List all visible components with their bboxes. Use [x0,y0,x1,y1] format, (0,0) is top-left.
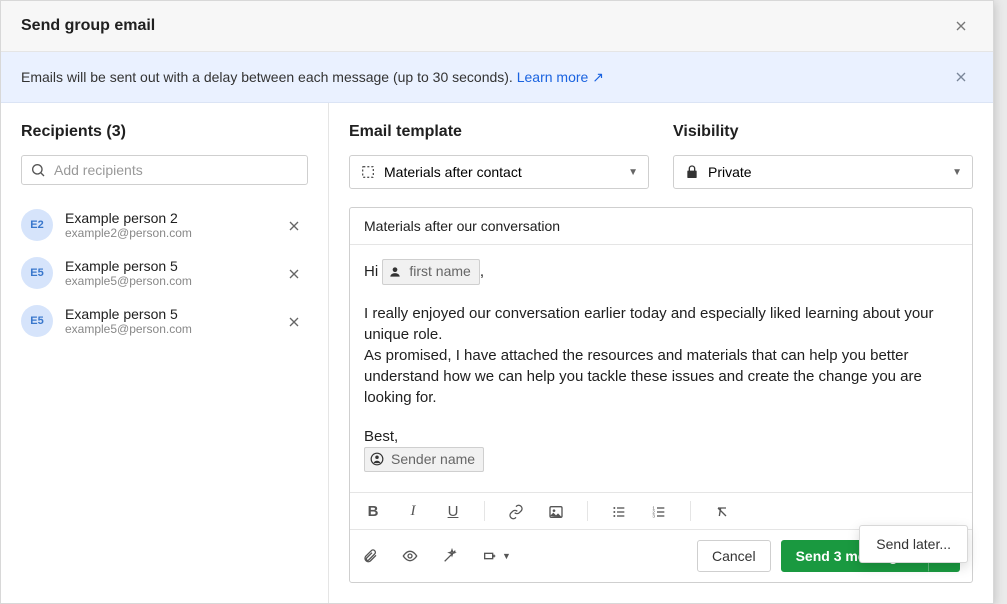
ordered-list-icon: 123 [651,504,667,520]
recipient-search[interactable] [21,155,308,185]
chevron-down-icon: ▼ [502,551,511,561]
chevron-down-icon: ▼ [952,167,962,178]
svg-text:3: 3 [652,513,655,518]
link-icon [508,504,524,520]
recipient-email: example2@person.com [65,226,280,240]
close-icon [286,314,302,330]
clear-formatting-button[interactable] [711,502,733,519]
close-icon [286,218,302,234]
chevron-down-icon: ▼ [628,167,638,178]
separator [484,501,485,521]
email-para1: I really enjoyed our conversation earlie… [364,303,958,345]
avatar: E5 [21,305,53,337]
info-banner: Emails will be sent out with a delay bet… [1,52,993,103]
greeting-suffix: , [480,263,484,280]
recipient-info: Example person 5 example5@person.com [65,258,280,288]
send-options-menu: Send later... [859,525,968,563]
recipient-name: Example person 2 [65,210,280,226]
close-icon [286,266,302,282]
unordered-list-button[interactable] [608,502,630,519]
template-icon [360,164,376,180]
person-circle-icon [369,451,385,467]
recipient-name: Example person 5 [65,258,280,274]
underline-button[interactable]: U [442,503,464,520]
email-body[interactable]: Hi first name , I really enjoyed our con… [350,245,972,492]
recipient-search-input[interactable] [54,162,299,178]
email-signoff: Best, [364,426,958,447]
learn-more-link[interactable]: Learn more ↗ [517,69,604,85]
recipient-email: example5@person.com [65,274,280,288]
link-button[interactable] [505,502,527,519]
token-label: first name [409,262,470,282]
learn-more-label: Learn more [517,69,589,85]
paperclip-icon [362,548,378,564]
sparkle-icon [442,548,458,564]
recipients-panel: Recipients (3) E2 Example person 2 examp… [1,103,329,603]
attachment-button[interactable] [362,548,384,564]
send-later-item[interactable]: Send later... [876,536,951,552]
close-icon [953,69,969,85]
modal-title: Send group email [21,17,155,35]
bold-button[interactable]: B [362,503,384,520]
token-label: Sender name [391,450,475,470]
image-button[interactable] [545,502,567,519]
search-icon [30,162,46,178]
merge-token-first-name[interactable]: first name [382,259,479,285]
email-subject[interactable]: Materials after our conversation [350,208,972,245]
lock-icon [684,164,700,180]
email-para2: As promised, I have attached the resourc… [364,345,958,408]
merge-field-button[interactable]: ▼ [482,548,511,564]
visibility-title: Visibility [673,123,973,141]
merge-field-icon [482,548,498,564]
visibility-select[interactable]: Private ▼ [673,155,973,189]
recipient-row: E5 Example person 5 example5@person.com [21,297,308,345]
remove-recipient-button[interactable] [280,212,308,237]
visibility-selected: Private [708,164,752,180]
recipient-info: Example person 5 example5@person.com [65,306,280,336]
unordered-list-icon [611,504,627,520]
modal-body: Recipients (3) E2 Example person 2 examp… [1,103,993,603]
cancel-button[interactable]: Cancel [697,540,771,572]
template-visibility-row: Email template Materials after contact ▼… [349,123,973,189]
recipient-name: Example person 5 [65,306,280,322]
merge-token-sender-name[interactable]: Sender name [364,447,484,473]
visibility-column: Visibility Private ▼ [673,123,973,189]
remove-recipient-button[interactable] [280,260,308,285]
formatting-toolbar: B I U 123 [350,492,972,529]
template-title: Email template [349,123,649,141]
banner-text-content: Emails will be sent out with a delay bet… [21,69,517,85]
preview-button[interactable] [402,548,424,564]
recipient-row: E2 Example person 2 example2@person.com [21,201,308,249]
greeting-prefix: Hi [364,263,382,280]
template-column: Email template Materials after contact ▼ [349,123,649,189]
avatar: E2 [21,209,53,241]
recipient-email: example5@person.com [65,322,280,336]
italic-button[interactable]: I [402,503,424,520]
recipient-info: Example person 2 example2@person.com [65,210,280,240]
template-selected: Materials after contact [384,164,522,180]
modal-close-button[interactable] [949,13,973,39]
banner-close-button[interactable] [949,64,973,90]
remove-recipient-button[interactable] [280,308,308,333]
ordered-list-button[interactable]: 123 [648,502,670,519]
footer-icons: ▼ [362,548,511,564]
separator [587,501,588,521]
template-select[interactable]: Materials after contact ▼ [349,155,649,189]
magic-button[interactable] [442,548,464,564]
recipients-title: Recipients (3) [21,123,308,141]
image-icon [548,504,564,520]
modal-header: Send group email [1,1,993,52]
eye-icon [402,548,418,564]
clear-format-icon [714,504,730,520]
avatar: E5 [21,257,53,289]
person-icon [387,264,403,280]
separator [690,501,691,521]
banner-text: Emails will be sent out with a delay bet… [21,69,604,86]
group-email-modal: Send group email Emails will be sent out… [0,0,994,604]
recipient-row: E5 Example person 5 example5@person.com [21,249,308,297]
close-icon [953,18,969,34]
